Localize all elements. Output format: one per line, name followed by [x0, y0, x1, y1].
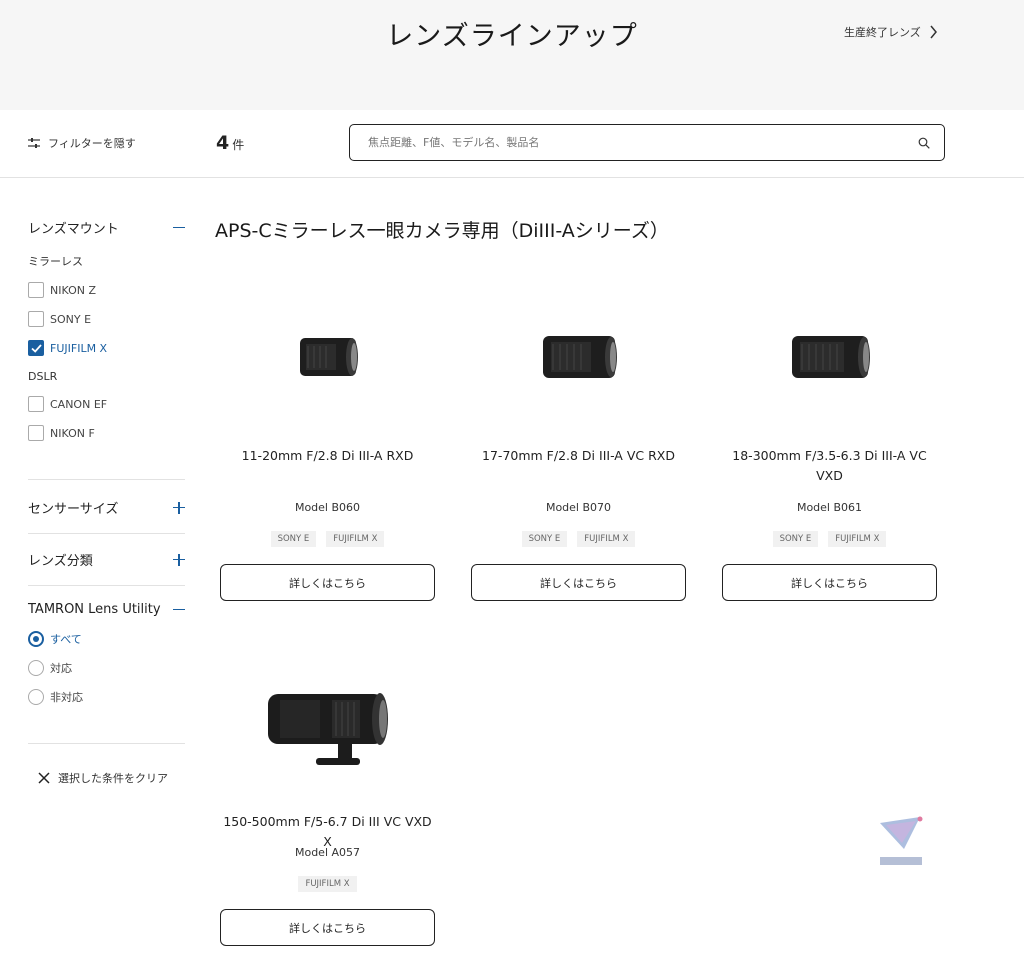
checkbox-label: CANON EF — [50, 397, 108, 411]
checkbox-fujifilm-x[interactable]: FUJIFILM X — [28, 340, 185, 356]
lens-product-image[interactable] — [220, 656, 435, 776]
filter-sidebar: レンズマウント ミラーレス NIKON Z SONY E FUJIFILM X … — [28, 178, 185, 786]
divider — [28, 585, 185, 586]
lens-category-filter-header[interactable]: レンズ分類 — [28, 550, 185, 569]
checkbox-box[interactable] — [28, 340, 44, 356]
clear-filters-label: 選択した条件をクリア — [58, 772, 168, 785]
checkbox-box[interactable] — [28, 282, 44, 298]
radio-circle[interactable] — [28, 631, 44, 647]
mount-tags: SONY E FUJIFILM X — [471, 531, 686, 547]
radio-unsupported[interactable]: 非対応 — [28, 689, 185, 705]
result-count-number: 4 — [216, 132, 230, 154]
product-name[interactable]: 17-70mm F/2.8 Di III-A VC RXD — [471, 446, 686, 466]
discontinued-lenses-link[interactable]: 生産終了レンズ — [844, 24, 938, 40]
checkbox-nikon-z[interactable]: NIKON Z — [28, 282, 185, 298]
sliders-icon — [28, 138, 40, 148]
hide-filter-label: フィルターを隠す — [48, 137, 136, 150]
product-name[interactable]: 11-20mm F/2.8 Di III-A RXD — [220, 446, 435, 466]
product-model: Model B060 — [294, 501, 361, 514]
mount-filter-title: レンズマウント — [28, 222, 119, 237]
minus-icon[interactable] — [173, 604, 185, 616]
details-button[interactable]: 詳しくはこちら — [471, 564, 686, 601]
checkbox-box[interactable] — [28, 396, 44, 412]
mount-tag: FUJIFILM X — [326, 531, 385, 547]
mirrorless-group-label: ミラーレス — [28, 255, 83, 268]
checkbox-sony-e[interactable]: SONY E — [28, 311, 185, 327]
checkbox-label: FUJIFILM X — [50, 341, 108, 355]
mount-tag: SONY E — [270, 531, 317, 547]
checkbox-label: SONY E — [50, 312, 92, 326]
checkbox-canon-ef[interactable]: CANON EF — [28, 396, 185, 412]
close-icon — [38, 772, 50, 784]
radio-label: すべて — [50, 633, 82, 646]
lens-product-image[interactable] — [220, 296, 435, 416]
hide-filter-button[interactable]: フィルターを隠す — [28, 135, 136, 151]
lens-utility-filter-section: TAMRON Lens Utility すべて 対応 非対応 — [28, 602, 185, 705]
mount-tags: FUJIFILM X — [220, 876, 435, 892]
sensor-size-filter-header[interactable]: センサーサイズ — [28, 498, 185, 517]
product-name[interactable]: 18-300mm F/3.5-6.3 Di III-A VC VXD — [722, 446, 937, 486]
checkbox-label: NIKON F — [50, 426, 95, 440]
sensor-size-filter-title: センサーサイズ — [28, 502, 119, 517]
result-count: 4 件 — [216, 132, 244, 154]
radio-circle[interactable] — [28, 660, 44, 676]
watermark-logo — [880, 816, 923, 865]
mount-tags: SONY E FUJIFILM X — [220, 531, 435, 547]
details-button[interactable]: 詳しくはこちら — [220, 909, 435, 946]
chevron-right-icon — [930, 25, 937, 39]
checkbox-box[interactable] — [28, 311, 44, 327]
product-model: Model A057 — [294, 846, 361, 859]
dslr-group-label: DSLR — [28, 370, 58, 383]
mount-filter-section: レンズマウント ミラーレス NIKON Z SONY E FUJIFILM X … — [28, 218, 185, 441]
divider — [28, 533, 185, 534]
radio-circle[interactable] — [28, 689, 44, 705]
lens-product-image[interactable] — [471, 296, 686, 416]
mount-tag: FUJIFILM X — [298, 876, 357, 892]
result-count-unit: 件 — [232, 138, 245, 152]
lens-utility-filter-header[interactable]: TAMRON Lens Utility — [28, 602, 185, 617]
lens-category-filter-title: レンズ分類 — [28, 554, 93, 569]
product-model: Model B070 — [545, 501, 612, 514]
page-header: レンズラインアップ 生産終了レンズ — [0, 0, 1024, 110]
radio-label: 非対応 — [50, 691, 83, 704]
mount-tag: FUJIFILM X — [828, 531, 887, 547]
radio-supported[interactable]: 対応 — [28, 660, 185, 676]
checkbox-nikon-f[interactable]: NIKON F — [28, 425, 185, 441]
minus-icon[interactable] — [173, 222, 185, 234]
divider — [28, 743, 185, 744]
plus-icon[interactable] — [173, 501, 185, 514]
mount-tag: SONY E — [772, 531, 819, 547]
mount-tag: FUJIFILM X — [577, 531, 636, 547]
section-title: APS-Cミラーレス一眼カメラ専用（DiIII-Aシリーズ） — [215, 220, 669, 242]
lens-product-image[interactable] — [722, 296, 937, 416]
checkbox-label: NIKON Z — [50, 283, 97, 297]
search-input[interactable] — [368, 136, 918, 149]
mount-tags: SONY E FUJIFILM X — [722, 531, 937, 547]
mount-tag: SONY E — [521, 531, 568, 547]
plus-icon[interactable] — [173, 553, 185, 566]
checkbox-box[interactable] — [28, 425, 44, 441]
divider — [28, 479, 185, 480]
radio-all[interactable]: すべて — [28, 631, 185, 647]
discontinued-lenses-label: 生産終了レンズ — [844, 26, 921, 39]
checkmark-icon — [31, 344, 42, 353]
details-button[interactable]: 詳しくはこちら — [722, 564, 937, 601]
results-toolbar: フィルターを隠す 4 件 — [0, 110, 1024, 178]
details-button[interactable]: 詳しくはこちら — [220, 564, 435, 601]
clear-filters-button[interactable]: 選択した条件をクリア — [38, 770, 185, 786]
search-box — [349, 124, 945, 161]
lens-utility-filter-title: TAMRON Lens Utility — [28, 602, 161, 617]
radio-label: 対応 — [50, 662, 72, 675]
mount-filter-header[interactable]: レンズマウント — [28, 218, 185, 237]
search-icon[interactable] — [918, 137, 930, 149]
product-model: Model B061 — [796, 501, 863, 514]
